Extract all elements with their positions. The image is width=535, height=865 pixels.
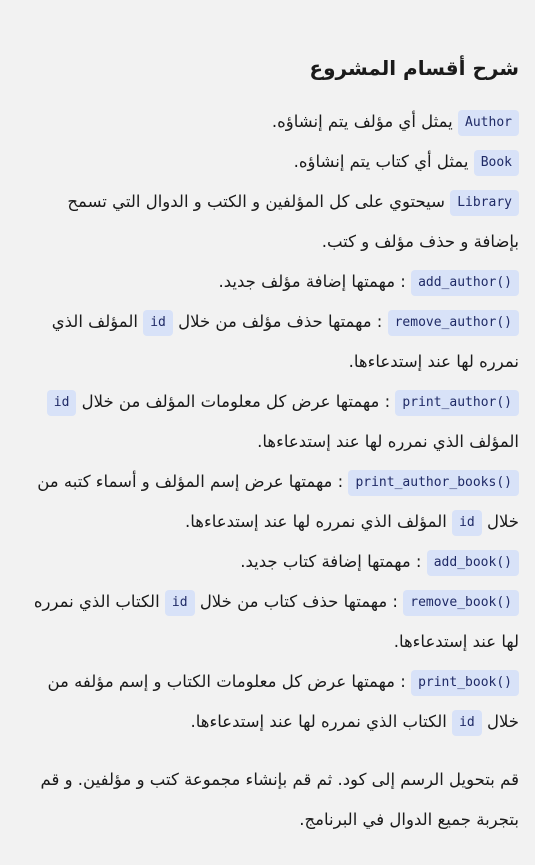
code-id: id <box>143 310 173 336</box>
item-print-author: print_author() : مهمتها عرض كل معلومات ا… <box>20 382 519 462</box>
code-book: Book <box>473 150 519 176</box>
code-remove-book: remove_book() <box>403 590 519 616</box>
code-add-author: add_author() <box>411 270 519 296</box>
code-id: id <box>452 710 482 736</box>
code-id: id <box>164 590 195 616</box>
code-id: id <box>452 510 482 536</box>
desc-remove-book: : مهمتها حذف كتاب من خلال <box>194 592 404 611</box>
desc-book: يمثل أي كتاب يتم إنشاؤه. <box>293 152 474 171</box>
code-add-book: add_book() <box>426 550 519 576</box>
code-remove-author: remove_author() <box>387 310 519 336</box>
desc-add-author: : مهمتها إضافة مؤلف جديد. <box>218 272 412 291</box>
desc-print-author-books-end: المؤلف الذي نمرره لها عند إستدعاءها. <box>184 512 453 531</box>
code-id: id <box>46 390 77 416</box>
code-print-author-books: print_author_books() <box>348 470 519 496</box>
closing-paragraph: قم بتحويل الرسم إلى كود. ثم قم بإنشاء مج… <box>40 770 519 829</box>
item-book: Book يمثل أي كتاب يتم إنشاؤه. <box>20 142 519 182</box>
desc-print-book-end: الكتاب الذي نمرره لها عند إستدعاءها. <box>190 712 453 731</box>
item-author: Author يمثل أي مؤلف يتم إنشاؤه. <box>20 102 519 142</box>
code-library: Library <box>450 190 519 216</box>
item-remove-book: remove_book() : مهمتها حذف كتاب من خلال … <box>20 582 519 662</box>
code-author: Author <box>458 110 519 136</box>
desc-add-book: : مهمتها إضافة كتاب جديد. <box>240 552 427 571</box>
desc-remove-author: : مهمتها حذف مؤلف من خلال <box>172 312 388 331</box>
desc-print-author: : مهمتها عرض كل معلومات المؤلف من خلال <box>76 392 396 411</box>
document-page: شرح أقسام المشروع Author يمثل أي مؤلف يت… <box>0 0 535 840</box>
item-remove-author: remove_author() : مهمتها حذف مؤلف من خلا… <box>20 302 519 382</box>
code-print-author: print_author() <box>395 390 519 416</box>
item-print-author-books: print_author_books() : مهمتها عرض إسم ال… <box>20 462 519 542</box>
section-title: شرح أقسام المشروع <box>309 56 519 80</box>
item-print-book: print_book() : مهمتها عرض كل معلومات الك… <box>20 662 519 742</box>
item-library: Library سيحتوي على كل المؤلفين و الكتب و… <box>20 182 519 262</box>
desc-print-author-end: المؤلف الذي نمرره لها عند إستدعاءها. <box>257 432 519 451</box>
desc-author: يمثل أي مؤلف يتم إنشاؤه. <box>271 112 459 131</box>
item-add-author: add_author() : مهمتها إضافة مؤلف جديد. <box>20 262 519 302</box>
code-print-book: print_book() <box>411 670 519 696</box>
item-add-book: add_book() : مهمتها إضافة كتاب جديد. <box>20 542 519 582</box>
